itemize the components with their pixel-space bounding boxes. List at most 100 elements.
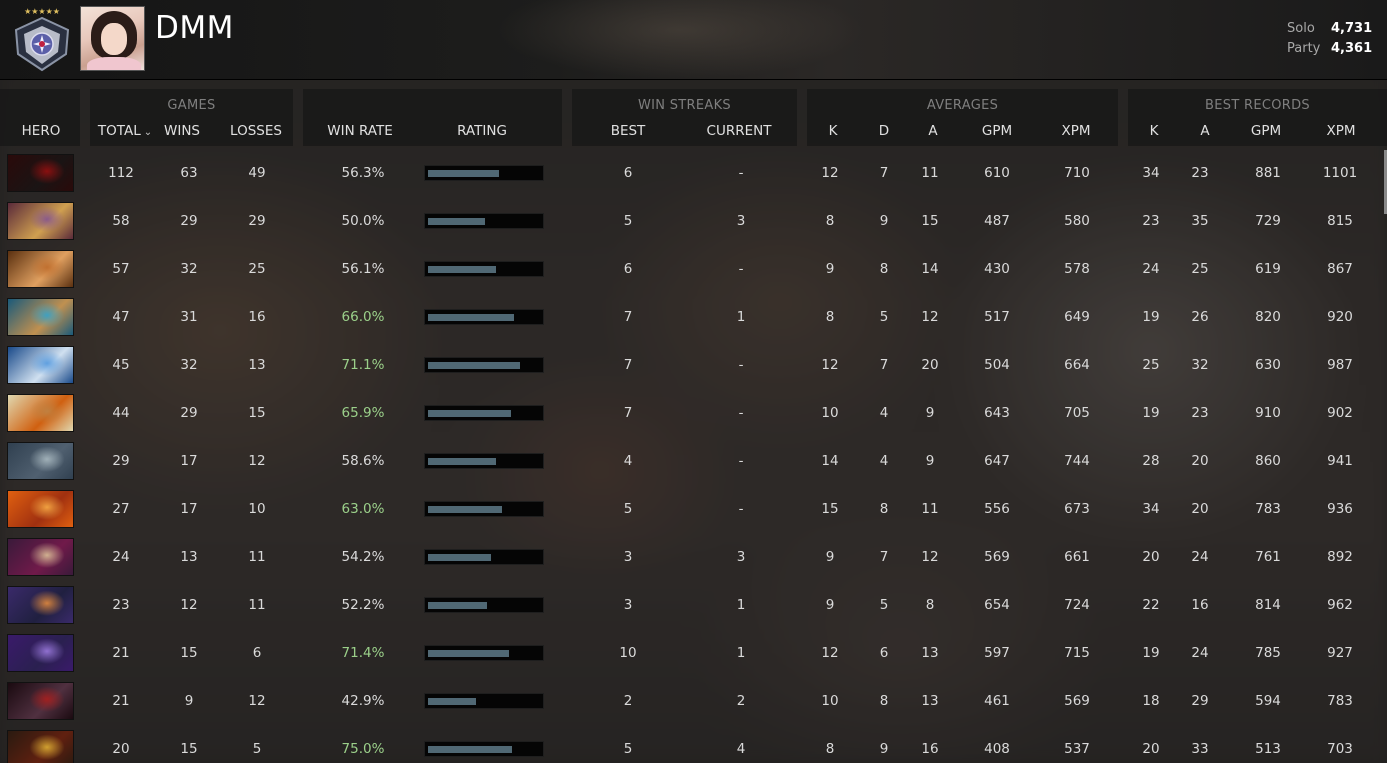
best-xpm-cell: 815 [1327,213,1353,229]
total-cell: 27 [112,501,130,517]
avg-assists-cell: 9 [925,405,935,421]
col-avg-xpm[interactable]: XPM [1061,123,1090,139]
avg-xpm-cell: 710 [1064,165,1090,181]
col-current-streak[interactable]: CURRENT [707,123,772,139]
rating-bar [424,597,544,613]
avg-deaths-cell: 4 [879,453,889,469]
avg-xpm-cell: 705 [1064,405,1090,421]
col-best-xpm[interactable]: XPM [1326,123,1355,139]
current-streak-cell: 4 [736,741,746,757]
wins-cell: 13 [180,549,198,565]
win-rate-cell: 71.1% [341,357,385,373]
col-best-assists[interactable]: A [1200,123,1209,139]
col-best-gpm[interactable]: GPM [1251,123,1281,139]
win-rate-cell: 75.0% [341,741,385,757]
avg-gpm-cell: 504 [984,357,1010,373]
medal-icon[interactable]: ★★★★★ [10,6,74,72]
col-avg-kills[interactable]: K [829,123,838,139]
faceless-void-icon[interactable] [7,634,74,672]
table-row[interactable]: 45 32 13 71.1% 7 - 12 7 20 504 664 25 32 630 987 [0,341,1387,389]
rating-bar-fill [428,698,476,705]
player-avatar[interactable] [80,6,145,71]
col-rating[interactable]: RATING [457,123,507,139]
best-assists-cell: 20 [1191,501,1209,517]
troll-warlord-icon[interactable] [7,202,74,240]
lancer-icon[interactable] [7,442,74,480]
current-streak-cell: 1 [736,309,746,325]
col-win-rate[interactable]: WIN RATE [327,123,393,139]
invoker-icon[interactable] [7,538,74,576]
rating-bar-fill [428,218,485,225]
table-row[interactable]: 112 63 49 56.3% 6 - 12 7 11 610 710 34 23 881 1101 [0,149,1387,197]
win-rate-cell: 63.0% [341,501,385,517]
col-best-streak[interactable]: BEST [611,123,646,139]
col-avg-deaths[interactable]: D [879,123,889,139]
best-gpm-cell: 910 [1255,405,1281,421]
col-best-kills[interactable]: K [1150,123,1159,139]
best-streak-cell: 6 [623,165,633,181]
rating-bar [424,453,544,469]
best-assists-cell: 33 [1191,741,1209,757]
col-avg-assists[interactable]: A [928,123,937,139]
wins-cell: 15 [180,741,198,757]
total-cell: 23 [112,597,130,613]
queen-of-pain-icon[interactable] [7,682,74,720]
zeus-icon[interactable] [7,346,74,384]
table-row[interactable]: 44 29 15 65.9% 7 - 10 4 9 643 705 19 23 910 902 [0,389,1387,437]
avg-assists-cell: 11 [921,501,939,517]
best-xpm-cell: 902 [1327,405,1353,421]
table-row[interactable]: 23 12 11 52.2% 3 1 9 5 8 654 724 22 16 814 962 [0,581,1387,629]
best-xpm-cell: 962 [1327,597,1353,613]
col-losses[interactable]: LOSSES [230,123,282,139]
table-row[interactable]: 21 15 6 71.4% 10 1 12 6 13 597 715 19 24 785 927 [0,629,1387,677]
mars-icon[interactable] [7,394,74,432]
games-group-title: GAMES [167,98,216,113]
col-hero[interactable]: HERO [22,123,61,139]
total-cell: 112 [108,165,134,181]
rating-bar [424,501,544,517]
best-kills-cell: 23 [1142,213,1160,229]
col-total[interactable]: TOTAL ⌄ [98,123,152,139]
table-row[interactable]: 24 13 11 54.2% 3 3 9 7 12 569 661 20 24 761 892 [0,533,1387,581]
anti-mage-icon[interactable] [7,586,74,624]
wins-cell: 9 [184,693,194,709]
avg-gpm-cell: 647 [984,453,1010,469]
table-row[interactable]: 58 29 29 50.0% 5 3 8 9 15 487 580 23 35 729 815 [0,197,1387,245]
losses-cell: 6 [252,645,262,661]
avg-deaths-cell: 7 [879,357,889,373]
avg-assists-cell: 15 [921,213,939,229]
best-xpm-cell: 867 [1327,261,1353,277]
avg-deaths-cell: 8 [879,693,889,709]
table-row[interactable]: 20 15 5 75.0% 5 4 8 9 16 408 537 20 33 513 703 [0,725,1387,763]
total-cell: 29 [112,453,130,469]
mmr-panel: Solo 4,731 Party 4,361 [1287,18,1372,58]
table-row[interactable]: 27 17 10 63.0% 5 - 15 8 11 556 673 34 20 783 936 [0,485,1387,533]
legion-commander-icon[interactable] [7,730,74,763]
table-row[interactable]: 47 31 16 66.0% 7 1 8 5 12 517 649 19 26 820 920 [0,293,1387,341]
table-row[interactable]: 29 17 12 58.6% 4 - 14 4 9 647 744 28 20 860 941 [0,437,1387,485]
rating-bar-fill [428,410,511,417]
rating-bar-fill [428,602,487,609]
col-wins[interactable]: WINS [164,123,200,139]
best-streak-cell: 3 [623,549,633,565]
best-assists-cell: 20 [1191,453,1209,469]
wins-cell: 17 [180,501,198,517]
table-row[interactable]: 21 9 12 42.9% 2 2 10 8 13 461 569 18 29 594 783 [0,677,1387,725]
best-kills-cell: 19 [1142,645,1160,661]
avg-assists-cell: 12 [921,309,939,325]
shadow-fiend-icon[interactable] [7,154,74,192]
table-row[interactable]: 57 32 25 56.1% 6 - 9 8 14 430 578 24 25 619 867 [0,245,1387,293]
best-gpm-cell: 783 [1255,501,1281,517]
avg-gpm-cell: 610 [984,165,1010,181]
best-streak-cell: 7 [623,357,633,373]
total-cell: 21 [112,645,130,661]
rating-bar [424,741,544,757]
avg-deaths-cell: 5 [879,309,889,325]
losses-cell: 12 [248,693,266,709]
wins-cell: 32 [180,357,198,373]
sniper-icon[interactable] [7,298,74,336]
lina-icon[interactable] [7,490,74,528]
brewmaster-icon[interactable] [7,250,74,288]
col-avg-gpm[interactable]: GPM [982,123,1012,139]
losses-cell: 13 [248,357,266,373]
